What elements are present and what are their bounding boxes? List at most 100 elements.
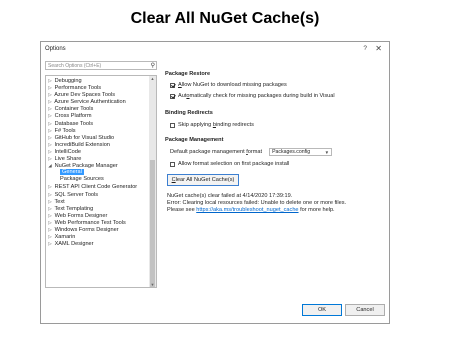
- tree-list: ▷ Debugging ▷ Performance Tools ▷ Azure De…: [46, 77, 150, 247]
- tree-item-label: SQL Server Tools: [54, 191, 99, 198]
- chevron-right-icon[interactable]: ▷: [47, 112, 53, 119]
- tree-item[interactable]: ▷ IncrediBuild Extension: [46, 141, 150, 148]
- tree-item-label: Debugging: [54, 78, 82, 84]
- default-format-row: Default package management format Packag…: [170, 148, 333, 156]
- tree-item-label: Text Templating: [54, 205, 94, 212]
- tree-item[interactable]: ▷ Xamarin: [46, 233, 150, 240]
- chevron-right-icon[interactable]: ▷: [47, 155, 53, 162]
- chevron-right-icon[interactable]: ▷: [47, 98, 53, 105]
- chevron-right-icon[interactable]: ▷: [47, 77, 53, 84]
- help-button[interactable]: ?: [363, 45, 367, 52]
- tree-item[interactable]: ▷ F# Tools: [46, 127, 150, 134]
- tree-item-label: Azure Service Authentication: [54, 99, 126, 106]
- tree-scrollbar[interactable]: ▲ ▼: [149, 76, 156, 287]
- tree-item-label: Windows Forms Designer: [54, 226, 119, 233]
- auto-check-option[interactable]: Automatically check for missing packages…: [170, 93, 335, 99]
- chevron-down-icon: ▼: [324, 150, 330, 155]
- tree-item[interactable]: ▷ GitHub for Visual Studio: [46, 134, 150, 141]
- search-box: ⚲: [45, 61, 157, 70]
- tree-item-label: Web Forms Designer: [54, 212, 108, 219]
- scroll-up-icon[interactable]: ▲: [149, 76, 156, 81]
- tree-item[interactable]: ▷ Debugging: [46, 77, 150, 84]
- package-restore-heading: Package Restore: [165, 71, 211, 77]
- tree-item[interactable]: ▷ SQL Server Tools: [46, 191, 150, 198]
- tree-item-label: Cross Platform: [54, 113, 92, 120]
- allow-format-option[interactable]: Allow format selection on first package …: [170, 161, 289, 167]
- default-format-label: Default package management format: [170, 149, 263, 155]
- allow-download-option[interactable]: Allow NuGet to download missing packages: [170, 82, 287, 88]
- tree-item[interactable]: ▷ Web Forms Designer: [46, 212, 150, 219]
- scroll-thumb[interactable]: [150, 160, 155, 287]
- chevron-right-icon[interactable]: ▷: [47, 84, 53, 91]
- allow-format-label: Allow format selection on first package …: [178, 161, 290, 167]
- clear-all-cache-button[interactable]: Clear All NuGet Cache(s): [167, 174, 239, 186]
- tree-item-label: Database Tools: [54, 120, 94, 127]
- auto-check-label: Automatically check for missing packages…: [178, 93, 335, 99]
- chevron-right-icon[interactable]: ▷: [47, 141, 53, 148]
- chevron-right-icon[interactable]: ▷: [47, 212, 53, 219]
- expanded-triangle-icon[interactable]: ◢: [47, 162, 53, 169]
- tree-item[interactable]: ▷ XAML Designer: [46, 240, 150, 247]
- tree-item-label: Container Tools: [54, 106, 94, 113]
- options-navigation: ⚲ ▷ Debugging▷ Performance Tools▷ Azure …: [45, 61, 157, 289]
- settings-panel: Package Restore Allow NuGet to download …: [165, 61, 387, 291]
- tree-item-label: Live Share: [54, 156, 82, 163]
- tree-item[interactable]: ▷ Cross Platform: [46, 112, 150, 119]
- chevron-right-icon[interactable]: ▷: [47, 233, 53, 240]
- default-format-select[interactable]: Packages.config ▼: [269, 148, 333, 156]
- chevron-right-icon[interactable]: ▷: [47, 91, 53, 98]
- allow-download-checkbox[interactable]: [170, 82, 175, 88]
- tree-item[interactable]: ▷ Text: [46, 198, 150, 205]
- dialog-titlebar: Options ? ✕: [41, 42, 389, 56]
- tree-item-label: Text: [54, 198, 65, 205]
- tree-item[interactable]: General: [46, 169, 150, 176]
- auto-check-checkbox[interactable]: [170, 93, 175, 99]
- chevron-right-icon[interactable]: ▷: [47, 198, 53, 205]
- tree-item[interactable]: ▷ REST API Client Code Generator: [46, 183, 150, 190]
- tree-item[interactable]: ▷ Windows Forms Designer: [46, 226, 150, 233]
- chevron-right-icon[interactable]: ▷: [47, 134, 53, 141]
- chevron-right-icon[interactable]: ▷: [47, 191, 53, 198]
- tree-item-label: Package Sources: [60, 176, 104, 183]
- tree-item-label: GitHub for Visual Studio: [54, 134, 115, 141]
- allow-download-label: Allow NuGet to download missing packages: [178, 82, 287, 88]
- troubleshoot-link[interactable]: https://aka.ms/troubleshoot_nuget_cache: [196, 207, 298, 213]
- chevron-right-icon[interactable]: ▷: [47, 120, 53, 127]
- tree-item-label: Web Performance Test Tools: [54, 219, 126, 226]
- chevron-right-icon[interactable]: ▷: [47, 183, 53, 190]
- tree-item-label: XAML Designer: [54, 241, 94, 248]
- tree-item[interactable]: ▷ Azure Dev Spaces Tools: [46, 91, 150, 98]
- chevron-right-icon[interactable]: ▷: [47, 148, 53, 155]
- package-management-heading: Package Management: [165, 137, 224, 143]
- chevron-right-icon[interactable]: ▷: [47, 219, 53, 226]
- tree-item[interactable]: ◢ NuGet Package Manager: [46, 162, 150, 169]
- chevron-right-icon[interactable]: ▷: [47, 127, 53, 134]
- options-dialog: Options ? ✕ ⚲ ▷ Debugging▷ Performance T…: [40, 41, 390, 324]
- slide-title: Clear All NuGet Cache(s): [130, 10, 320, 27]
- scroll-down-icon[interactable]: ▼: [149, 282, 156, 287]
- chevron-right-icon[interactable]: ▷: [47, 226, 53, 233]
- chevron-right-icon[interactable]: ▷: [47, 205, 53, 212]
- ok-button[interactable]: OK: [302, 304, 342, 316]
- chevron-right-icon[interactable]: ▷: [47, 240, 53, 247]
- tree-item[interactable]: ▷ Web Performance Test Tools: [46, 219, 150, 226]
- tree-item[interactable]: ▷ Performance Tools: [46, 84, 150, 91]
- tree-item[interactable]: ▷ Text Templating: [46, 205, 150, 212]
- allow-format-checkbox[interactable]: [170, 161, 175, 167]
- tree-item[interactable]: ▷ Live Share: [46, 155, 150, 162]
- chevron-right-icon[interactable]: ▷: [47, 105, 53, 112]
- skip-binding-checkbox[interactable]: [170, 122, 175, 128]
- search-icon[interactable]: ⚲: [151, 62, 155, 69]
- tree-item[interactable]: ▷ Database Tools: [46, 120, 150, 127]
- search-input[interactable]: [48, 62, 143, 69]
- skip-binding-option[interactable]: Skip applying binding redirects: [170, 122, 254, 128]
- tree-item[interactable]: ▷ Azure Service Authentication: [46, 98, 150, 105]
- close-icon[interactable]: ✕: [375, 44, 382, 53]
- tree-item[interactable]: Package Sources: [46, 176, 150, 183]
- status-line-3: Please see https://aka.ms/troubleshoot_n…: [167, 207, 335, 213]
- tree-item[interactable]: ▷ IntelliCode: [46, 148, 150, 155]
- cancel-button[interactable]: Cancel: [345, 304, 385, 316]
- tree-item-label: IntelliCode: [54, 148, 81, 155]
- tree-item[interactable]: ▷ Container Tools: [46, 105, 150, 112]
- default-format-value: Packages.config: [272, 149, 311, 155]
